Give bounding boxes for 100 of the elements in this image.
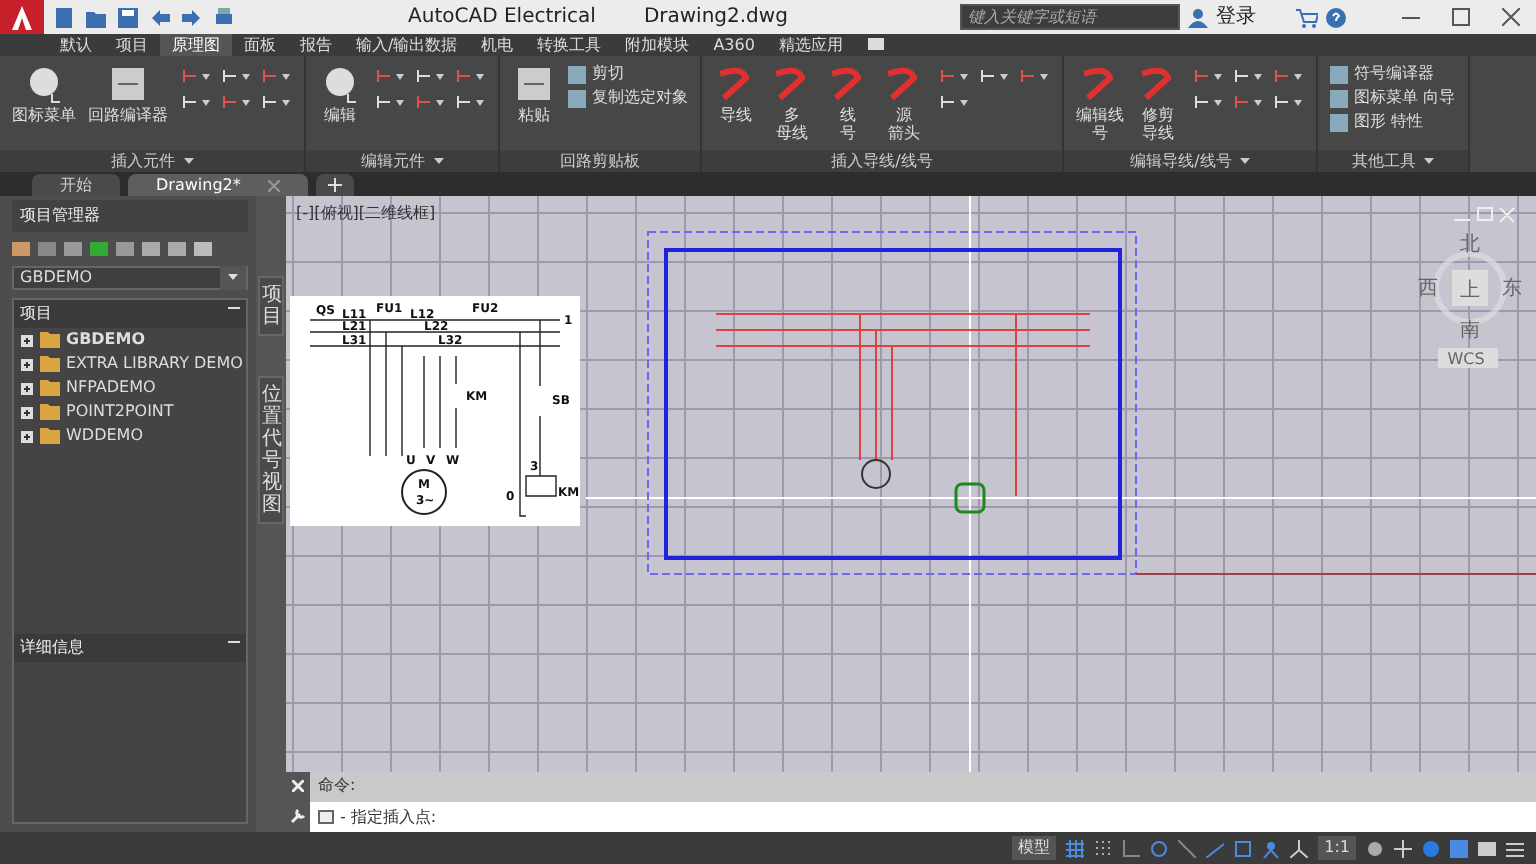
polar-icon[interactable] [1150, 839, 1169, 857]
close-icon[interactable] [1502, 8, 1520, 26]
expand-icon[interactable] [20, 381, 34, 395]
help-icon[interactable] [1326, 7, 1346, 27]
search-field[interactable]: 键入关键字或短语 [960, 4, 1180, 30]
ribbon-button[interactable]: 修剪 导线 [1136, 62, 1180, 150]
ribbon-tab[interactable]: 原理图 [160, 34, 232, 56]
symbol-tool-icon[interactable] [454, 66, 486, 86]
ribbon-tab[interactable]: 报告 [288, 34, 344, 56]
ribbon-button[interactable]: 粘贴 [512, 62, 556, 150]
symbol-tool-icon[interactable] [1232, 66, 1264, 86]
grid-icon[interactable] [1066, 839, 1085, 857]
ribbon-tab[interactable]: 项目 [104, 34, 160, 56]
ribbon-tab[interactable]: 机电 [469, 34, 526, 56]
undo-icon[interactable] [148, 5, 172, 29]
maximize-icon[interactable] [1452, 8, 1470, 26]
square-icon[interactable] [1234, 839, 1253, 857]
ribbon-button[interactable]: 线 号 [826, 62, 870, 150]
menu-icon[interactable] [1506, 839, 1524, 857]
symbol-tool-icon[interactable] [220, 66, 252, 86]
collapse-icon[interactable] [228, 636, 240, 648]
wrench-icon[interactable] [290, 808, 306, 824]
symbol-tool-icon[interactable] [414, 92, 446, 112]
symbol-tool-icon[interactable] [260, 92, 292, 112]
tree-item[interactable]: EXTRA LIBRARY DEMO [14, 352, 246, 376]
ribbon-button[interactable]: 剪切 [568, 62, 688, 86]
project-dropdown[interactable]: GBDEMO [12, 266, 248, 290]
symbol-tool-icon[interactable] [220, 92, 252, 112]
symbol-tool-icon[interactable] [1272, 92, 1304, 112]
collapse-icon[interactable] [228, 302, 240, 314]
symbol-tool-icon[interactable] [1192, 66, 1224, 86]
symbol-tool-icon[interactable] [374, 92, 406, 112]
symbol-tool-icon[interactable] [938, 66, 970, 86]
new-tab-button[interactable] [316, 174, 355, 196]
viewport-label[interactable]: [-][俯视][二维线框] [296, 204, 436, 222]
redo-icon[interactable] [180, 5, 204, 29]
expand-icon[interactable] [20, 333, 34, 347]
tree-item[interactable]: WDDEMO [14, 424, 246, 448]
document-tab[interactable]: Drawing2* [128, 174, 309, 196]
tree-item[interactable]: POINT2POINT [14, 400, 246, 424]
symbol-tool-icon[interactable] [1018, 66, 1050, 86]
plus-icon[interactable] [1394, 839, 1412, 857]
symbol-tool-icon[interactable] [180, 66, 212, 86]
tree-item[interactable]: GBDEMO [14, 328, 246, 352]
ribbon-tab[interactable]: A360 [701, 34, 767, 56]
symbol-tool-icon[interactable] [260, 66, 292, 86]
ribbon-tab[interactable]: 精选应用 [766, 34, 855, 56]
ribbon-tab[interactable]: 转换工具 [525, 34, 614, 56]
tripod-icon[interactable] [1290, 839, 1309, 857]
symbol-tool-icon[interactable] [414, 66, 446, 86]
command-input[interactable]: - 指定插入点: [310, 802, 1536, 832]
ribbon-button[interactable]: 图形 特性 [1330, 110, 1456, 134]
ribbon-button[interactable]: 符号编译器 [1330, 62, 1456, 86]
ribbon-tab[interactable]: 默认 [48, 34, 104, 56]
ribbon-button[interactable]: 图标菜单 向导 [1330, 86, 1456, 110]
symbol-tool-icon[interactable] [180, 92, 212, 112]
model-tab[interactable]: 模型 [1012, 836, 1057, 860]
document-tab[interactable]: 开始 [32, 174, 120, 196]
person-icon[interactable] [1262, 839, 1281, 857]
symbol-tool-icon[interactable] [938, 92, 970, 112]
user-icon [1188, 7, 1208, 27]
symbol-tool-icon[interactable] [1272, 66, 1304, 86]
expand-icon[interactable] [20, 357, 34, 371]
side-tab[interactable]: 位置代号视图 [258, 376, 284, 524]
ucs-button[interactable]: WCS [1438, 348, 1498, 368]
ribbon-button[interactable]: 编辑 [318, 62, 362, 150]
expand-icon[interactable] [20, 429, 34, 443]
new-file-icon[interactable] [52, 5, 76, 29]
ribbon-tab[interactable]: 附加模块 [613, 34, 702, 56]
app-logo-icon[interactable] [10, 5, 34, 29]
ortho-icon[interactable] [1122, 839, 1141, 857]
window-icon[interactable] [866, 36, 887, 52]
line-icon[interactable] [1178, 839, 1197, 857]
save-icon[interactable] [116, 5, 140, 29]
tree-item[interactable]: NFPADEMO [14, 376, 246, 400]
angle-icon[interactable] [1206, 839, 1225, 857]
snap-icon[interactable] [1094, 839, 1113, 857]
screen-icon[interactable] [1478, 839, 1496, 857]
cart-icon[interactable] [1296, 7, 1318, 27]
symbol-tool-icon[interactable] [374, 66, 406, 86]
ribbon-button[interactable]: 回路编译器 [88, 62, 168, 150]
sign-in-link[interactable]: 登录 [1216, 2, 1256, 32]
scale-button[interactable]: 1:1 [1318, 836, 1356, 860]
ribbon-button[interactable]: 复制选定对象 [568, 86, 688, 110]
symbol-tool-icon[interactable] [454, 92, 486, 112]
symbol-tool-icon[interactable] [978, 66, 1010, 86]
symbol-tool-icon[interactable] [1192, 92, 1224, 112]
ribbon-tab[interactable]: 面板 [232, 34, 288, 56]
ribbon-button[interactable]: 编辑线 号 [1076, 62, 1124, 150]
print-icon[interactable] [212, 5, 236, 29]
ribbon-tab[interactable]: 输入/输出数据 [344, 34, 470, 56]
motor-symbol [861, 459, 891, 489]
circle-icon[interactable] [1422, 839, 1440, 857]
ribbon-button[interactable]: 多 母线 [770, 62, 814, 150]
symbol-tool-icon[interactable] [1232, 92, 1264, 112]
ribbon-button[interactable]: 导线 [714, 62, 758, 150]
expand-icon[interactable] [20, 405, 34, 419]
ribbon-button[interactable]: 图标菜单 [12, 62, 76, 150]
ribbon-button[interactable]: 源 箭头 [882, 62, 926, 150]
side-tab[interactable]: 项目 [258, 276, 284, 336]
